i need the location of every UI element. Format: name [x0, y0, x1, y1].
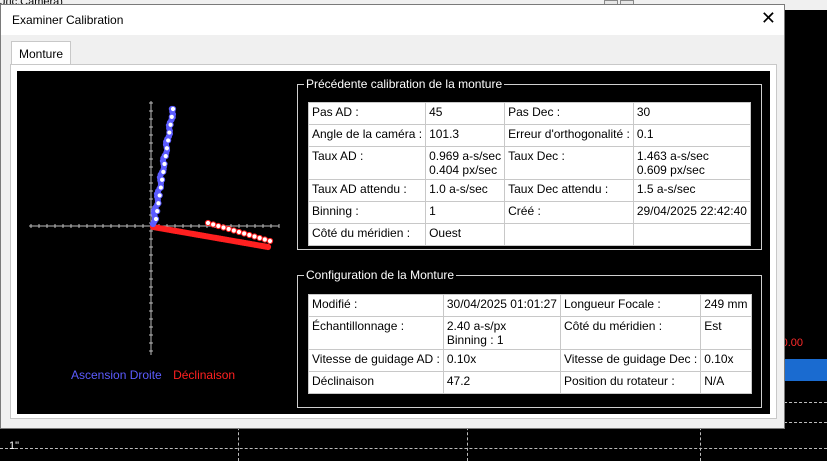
field-value: 1.5 a-s/sec: [632, 179, 751, 202]
field-value: 45: [425, 102, 506, 125]
close-icon[interactable]: ✕: [761, 8, 776, 29]
ra-return-point: [162, 153, 169, 160]
field-value: 249 mm: [700, 294, 752, 317]
field-label: Échantillonnage :: [308, 316, 444, 350]
ra-return-point: [158, 176, 166, 183]
table-row: Pas AD :45 Pas Dec :30: [307, 102, 751, 125]
field-label: Taux Dec attendu :: [504, 179, 634, 202]
field-label: Pas AD :: [307, 102, 427, 125]
dec-return-point: [266, 237, 274, 245]
ra-return-point: [168, 113, 175, 120]
ra-return-point: [152, 215, 160, 223]
field-label: Taux Dec :: [504, 146, 634, 180]
dec-return-point: [225, 225, 232, 233]
table-row: Vitesse de guidage AD :0.10x Vitesse de g…: [308, 349, 752, 372]
field-label: Taux AD :: [307, 146, 427, 180]
dialog-titlebar[interactable]: Examiner Calibration ✕: [1, 5, 784, 35]
field-value: Est: [700, 316, 752, 350]
ra-return-point: [157, 184, 164, 191]
field-value: 0.969 a-s/sec 0.404 px/sec: [425, 146, 506, 180]
ra-return-point: [167, 121, 174, 128]
field-label: Côté du méridien :: [307, 223, 427, 246]
table-row: Modifié :30/04/2025 01:01:27 Longueur Foc…: [308, 294, 752, 317]
ra-return-point: [165, 137, 172, 144]
dec-return-point: [220, 224, 227, 231]
tab-monture[interactable]: Monture: [11, 41, 71, 66]
dec-point: [264, 243, 272, 251]
grid-line: [0, 448, 827, 449]
dec-return-point: [246, 231, 253, 239]
legend-ra-label: Ascension Droite: [71, 368, 162, 382]
ra-return-point: [169, 105, 177, 113]
field-value: 0.10x: [442, 349, 561, 372]
field-label: Côté du méridien :: [559, 316, 702, 350]
mount-config-table: Modifié :30/04/2025 01:01:27 Longueur Foc…: [308, 294, 752, 394]
dec-return-point: [251, 233, 258, 240]
tab-panel: Ascension Droite Déclinaison Précédente …: [10, 64, 777, 419]
plot-legend: Ascension Droite Déclinaison: [71, 368, 235, 382]
field-value: N/A: [700, 371, 752, 394]
ra-return-point: [155, 200, 162, 207]
field-label: Vitesse de guidage Dec :: [559, 349, 702, 372]
calibration-dialog: Examiner Calibration ✕ Monture Ascension…: [0, 4, 785, 429]
field-label: Angle de la caméra :: [307, 124, 427, 147]
field-label: Taux AD attendu :: [307, 179, 427, 202]
field-value: 29/04/2025 22:42:40: [632, 201, 751, 224]
dec-return-point: [210, 221, 217, 228]
dec-return-point: [215, 222, 222, 230]
dec-return-point: [256, 234, 263, 242]
mount-config-group-title: Configuration de la Monture: [304, 268, 457, 282]
ra-return-point: [154, 208, 161, 215]
table-row: Échantillonnage :2.40 a-s/px Binning : 1…: [308, 316, 752, 350]
dec-return-point: [204, 219, 212, 227]
calibration-group-title: Précédente calibration de la monture: [304, 77, 505, 91]
ra-return-point: [160, 168, 167, 175]
field-value: 1: [425, 201, 506, 224]
dialog-title: Examiner Calibration: [12, 13, 124, 27]
table-row: Taux AD :0.969 a-s/sec 0.404 px/sec Taux …: [307, 146, 751, 180]
field-label: Vitesse de guidage AD :: [308, 349, 444, 372]
ra-return-point: [163, 145, 171, 152]
ra-return-point: [161, 160, 168, 168]
field-label: Créé :: [504, 201, 634, 224]
background-scale-label: 1": [9, 440, 20, 452]
field-value: 1.0 a-s/sec: [425, 179, 506, 202]
field-value: 0.10x: [700, 349, 752, 372]
dec-return-point: [261, 236, 268, 243]
ra-return-point: [166, 129, 173, 136]
field-value: 30: [632, 102, 751, 125]
field-label: Pas Dec :: [504, 102, 634, 125]
calibration-table: Pas AD :45 Pas Dec :30 Angle de la caméra …: [307, 102, 751, 246]
dec-return-point: [241, 230, 248, 237]
table-row: Taux AD attendu :1.0 a-s/sec Taux Dec att…: [307, 179, 751, 202]
field-value: 101.3: [425, 124, 506, 147]
table-row: Côté du méridien : Ouest: [307, 223, 751, 246]
field-value: 2.40 a-s/px Binning : 1: [442, 316, 561, 350]
field-value: 0.1: [632, 124, 751, 147]
calibration-plot: [29, 101, 280, 355]
dec-return-point: [230, 227, 237, 234]
field-value: 30/04/2025 01:01:27: [442, 294, 561, 317]
field-label: [504, 223, 634, 246]
table-row: Angle de la caméra :101.3 Erreur d'orthog…: [307, 124, 751, 147]
field-label: Binning :: [307, 201, 427, 224]
legend-dec-label: Déclinaison: [173, 368, 236, 382]
ra-return-point: [156, 192, 163, 199]
field-label: Erreur d'orthogonalité :: [504, 124, 634, 147]
field-label: Modifié :: [308, 294, 444, 317]
field-label: Position du rotateur :: [559, 371, 702, 394]
table-row: Binning :1 Créé :29/04/2025 22:42:40: [307, 201, 751, 224]
field-label: Longueur Focale :: [559, 294, 702, 317]
field-value: 1.463 a-s/sec 0.609 px/sec: [632, 146, 751, 180]
field-label: Déclinaison: [308, 371, 444, 394]
panel-content: Ascension Droite Déclinaison Précédente …: [17, 71, 770, 414]
field-value: Ouest: [425, 223, 506, 246]
field-value: [632, 223, 751, 246]
field-value: 47.2: [442, 371, 561, 394]
table-row: Déclinaison 47.2 Position du rotateur : N/A: [308, 371, 752, 394]
dec-return-point: [235, 228, 243, 236]
